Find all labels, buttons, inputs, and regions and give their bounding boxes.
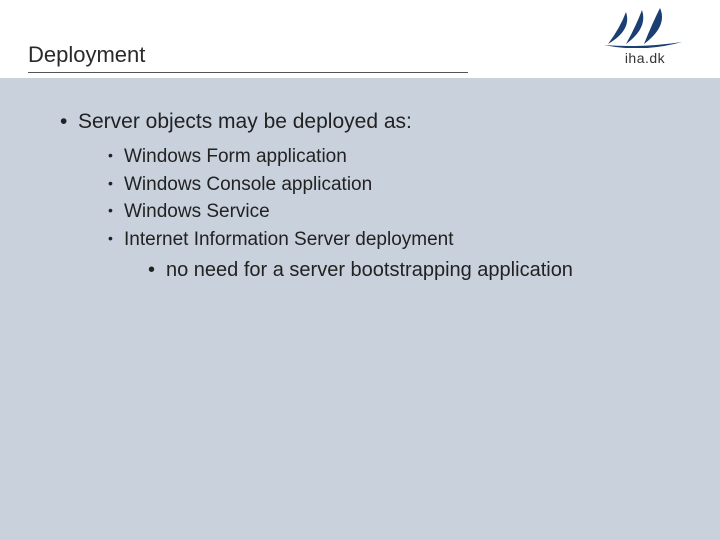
bullet-icon: • [148,259,166,282]
bullet-icon: • [108,146,124,165]
sub-bullet: •no need for a server bootstrapping appl… [148,259,680,282]
sail-logo-icon [602,8,688,48]
main-bullet: •Server objects may be deployed as: [60,110,680,134]
list-item-text: Windows Form application [124,146,347,167]
title-underline [28,72,468,73]
list-item: •Windows Service [108,199,680,225]
bullet-icon: • [60,110,78,134]
list-item: •Internet Information Server deployment [108,227,680,253]
bullet-icon: • [108,201,124,220]
list-item-text: Internet Information Server deployment [124,229,454,250]
slide-body: •Server objects may be deployed as: •Win… [0,78,720,540]
logo: iha.dk [602,8,688,66]
main-point-text: Server objects may be deployed as: [78,110,412,133]
slide-title: Deployment [28,42,145,68]
slide-header: Deployment iha.dk [0,0,720,78]
logo-text: iha.dk [602,50,688,66]
bullet-icon: • [108,229,124,248]
list-item: •Windows Form application [108,144,680,170]
list-item-text: Windows Console application [124,174,372,195]
bullet-icon: • [108,174,124,193]
list-item-text: Windows Service [124,201,270,222]
sub-point-text: no need for a server bootstrapping appli… [166,259,573,281]
list-item: •Windows Console application [108,172,680,198]
